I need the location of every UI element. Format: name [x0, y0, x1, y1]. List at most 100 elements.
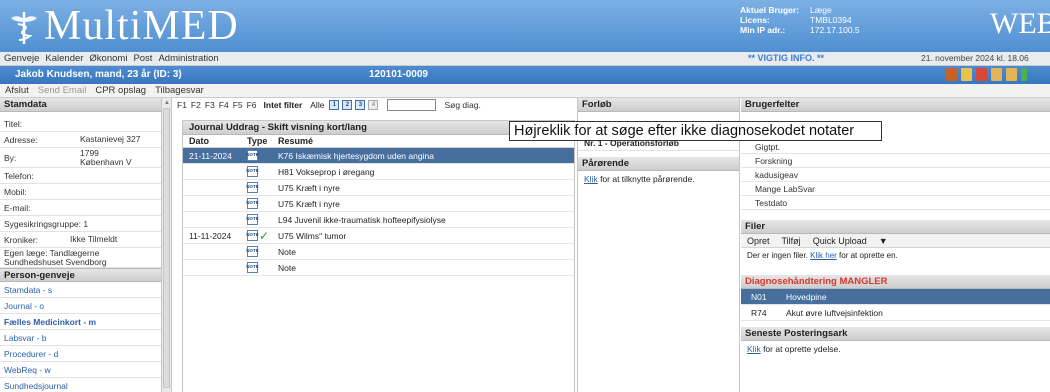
mail-send-icon[interactable] — [1006, 68, 1017, 81]
scrollbar-thumb[interactable] — [163, 108, 170, 388]
brugerfelt-item[interactable]: Gigtpt. — [741, 140, 1050, 154]
journal-filter-bar: F1 F2 F3 F4 F5 F6 Intet filter Alle 1 2 … — [172, 98, 575, 112]
journal-row[interactable]: NOTE Note — [183, 244, 574, 260]
field-kroniker: Kroniker: Ikke Tilmeldt — [0, 232, 161, 248]
nav-stamdata[interactable]: Stamdata - s — [0, 282, 161, 298]
field-value: 1799 København V — [80, 147, 132, 167]
nav-sundhedsjournal[interactable]: Sundhedsjournal — [0, 378, 161, 392]
nav-journal[interactable]: Journal - o — [0, 298, 161, 314]
scroll-up-icon[interactable]: ▲ — [164, 100, 170, 106]
filter-f6[interactable]: F6 — [247, 100, 257, 110]
filter-f1[interactable]: F1 — [177, 100, 187, 110]
menu-administration[interactable]: Administration — [158, 53, 218, 64]
tilbagesvar-button[interactable]: Tilbagesvar — [155, 85, 204, 96]
view-1-icon[interactable]: 1 — [329, 100, 340, 110]
menu-genveje[interactable]: Genveje — [4, 53, 39, 64]
user-label: Aktuel Bruger: — [740, 5, 800, 15]
field-label: Sygesikringsgruppe: 1 — [4, 218, 89, 229]
user-value: Læge — [810, 5, 832, 15]
filter-f4[interactable]: F4 — [219, 100, 229, 110]
intet-filter-button[interactable]: Intet filter — [264, 100, 303, 110]
field-email: E-mail: — [0, 200, 161, 216]
paarorende-link[interactable]: Klik — [584, 174, 598, 184]
left-scrollbar[interactable]: ▲ — [162, 98, 172, 392]
posteringsark-link[interactable]: Klik — [747, 344, 761, 354]
journal-resume: U75 Kræft i nyre — [278, 198, 340, 209]
current-datetime: 21. november 2024 kl. 18.06 — [921, 53, 1029, 63]
pill-icon[interactable] — [976, 68, 987, 81]
patient-bar: Jakob Knudsen, mand, 23 år (ID: 3) 12010… — [0, 66, 1050, 84]
brugerfelt-item[interactable]: Mange LabSvar — [741, 182, 1050, 196]
brugerfelt-item[interactable]: Forskning — [741, 154, 1050, 168]
diagnose-header: Diagnosehåndtering MANGLER — [741, 275, 1050, 289]
note-icon: NOTE — [246, 182, 259, 193]
journal-resume: Note — [278, 246, 296, 257]
chevron-down-icon[interactable]: ▼ — [879, 236, 888, 246]
main-menu: Genveje Kalender Økonomi Post Administra… — [0, 52, 1050, 66]
journal-row[interactable]: NOTE H81 Vokseprop i øregang — [183, 164, 574, 180]
patient-icons — [946, 68, 1027, 81]
diagnosis-text: Akut øvre luftvejsinfektion — [786, 307, 883, 318]
view-4-icon[interactable]: 4 — [368, 100, 379, 110]
field-telefon: Telefon: — [0, 168, 161, 184]
tooltip: Højreklik for at søge efter ikke diagnos… — [509, 121, 882, 141]
important-info-link[interactable]: ** VIGTIG INFO. ** — [748, 53, 824, 63]
journal-type: NOTE — [246, 198, 274, 209]
cpr-opslag-button[interactable]: CPR opslag — [95, 85, 146, 96]
send-email-button[interactable]: Send Email — [38, 85, 87, 96]
note-icon: NOTE — [246, 214, 259, 225]
journal-type: NOTE — [246, 150, 274, 161]
field-value: Kastanievej 327 — [80, 134, 141, 144]
field-label: Adresse: — [4, 134, 38, 145]
diagnosis-row[interactable]: N01 Hovedpine — [741, 289, 1050, 305]
journal-row[interactable]: 21-11-2024 NOTE K76 Iskæmisk hjertesygdom … — [183, 148, 574, 164]
posteringsark-desc: for at oprette ydelse. — [760, 344, 841, 354]
menu-post[interactable]: Post — [133, 53, 152, 64]
filer-create-link[interactable]: Klik her — [810, 251, 837, 260]
filter-f3[interactable]: F3 — [205, 100, 215, 110]
ip-value: 172.17.100.5 — [810, 25, 860, 35]
nav-labsvar[interactable]: Labsvar - b — [0, 330, 161, 346]
journal-row[interactable]: NOTE Note — [183, 260, 574, 276]
opret-file-button[interactable]: Opret — [747, 236, 770, 246]
filter-f5[interactable]: F5 — [233, 100, 243, 110]
note-icon: NOTE — [246, 230, 259, 241]
view-3-icon[interactable]: 3 — [355, 100, 366, 110]
col-type[interactable]: Type — [247, 136, 274, 146]
filer-empty-suffix: for at oprette en. — [836, 251, 898, 260]
diagnosis-search-input[interactable] — [387, 99, 437, 111]
filter-f2[interactable]: F2 — [191, 100, 201, 110]
view-2-icon[interactable]: 2 — [342, 100, 353, 110]
search-diagnosis-button[interactable]: Søg diag. — [444, 100, 480, 110]
menu-kalender[interactable]: Kalender — [45, 53, 83, 64]
stamdata-header: Stamdata — [0, 98, 161, 112]
app-header: MultiMED Aktuel Bruger: Læge Licens: TMB… — [0, 0, 1050, 52]
brugerfelt-item[interactable]: Testdato — [741, 196, 1050, 210]
alle-button[interactable]: Alle — [310, 100, 324, 110]
nav-faelles-medicinkort[interactable]: Fælles Medicinkort - m — [0, 314, 161, 330]
journal-row[interactable]: NOTE U75 Kræft i nyre — [183, 196, 574, 212]
logo-text: MultiMED — [44, 3, 239, 49]
user-info: Aktuel Bruger: Læge Licens: TMBL0394 Min… — [740, 5, 890, 35]
journal-row[interactable]: NOTE L94 Juvenil ikke-traumatisk hofteepi… — [183, 212, 574, 228]
ip-label: Min IP adr.: — [740, 25, 786, 35]
journal-row[interactable]: NOTE U75 Kræft i nyre — [183, 180, 574, 196]
book-icon[interactable] — [946, 68, 957, 81]
menu-oekonomi[interactable]: Økonomi — [89, 53, 127, 64]
licens-label: Licens: — [740, 15, 770, 25]
quick-upload-button[interactable]: Quick Upload — [813, 236, 867, 246]
mail-icon[interactable] — [991, 68, 1002, 81]
nav-procedurer[interactable]: Procedurer - d — [0, 346, 161, 362]
col-dato[interactable]: Dato — [183, 136, 247, 146]
journal-row[interactable]: 11-11-2024 NOTE ✓ U75 Wilms" tumor — [183, 228, 574, 244]
journal-type: NOTE — [246, 262, 274, 273]
tilfoej-file-button[interactable]: Tilføj — [782, 236, 801, 246]
diagnosis-row[interactable]: R74 Akut øvre luftvejsinfektion — [741, 305, 1050, 321]
brugerfelt-item[interactable]: kadusigeav — [741, 168, 1050, 182]
afslut-button[interactable]: Afslut — [5, 85, 29, 96]
person-icon[interactable] — [961, 68, 972, 81]
nav-webreq[interactable]: WebReq - w — [0, 362, 161, 378]
logo: MultiMED — [4, 2, 239, 50]
multimed-app: MultiMED Aktuel Bruger: Læge Licens: TMB… — [0, 0, 1050, 392]
green-status-icon[interactable] — [1021, 68, 1027, 81]
